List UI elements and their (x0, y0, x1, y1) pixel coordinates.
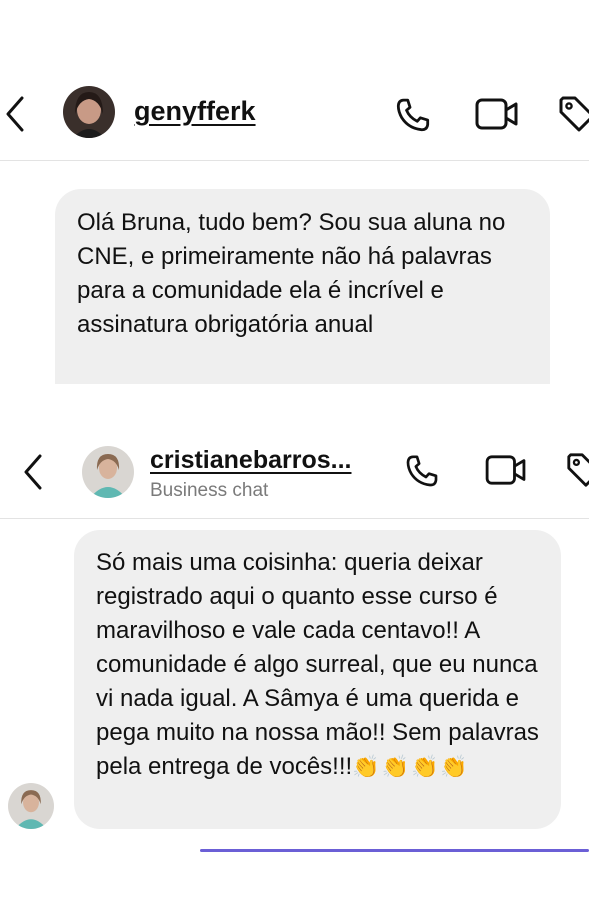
accent-bar (200, 849, 589, 852)
tag-button[interactable] (565, 451, 589, 489)
business-chat-label: Business chat (150, 480, 269, 501)
back-button[interactable] (4, 96, 26, 132)
message-bubble[interactable]: Só mais uma coisinha: queria deixar regi… (74, 530, 561, 829)
username[interactable]: genyfferk (134, 96, 256, 127)
avatar[interactable] (82, 446, 134, 498)
chat-header-1: genyfferk (0, 72, 589, 161)
username[interactable]: cristianebarros... (150, 446, 351, 475)
clapping-hands-emoji: 👏👏👏👏 (352, 755, 470, 780)
tag-icon (565, 451, 589, 489)
chat-header-2: cristianebarros... Business chat (0, 432, 589, 519)
video-call-button[interactable] (484, 453, 528, 487)
video-camera-icon (484, 453, 528, 487)
video-call-button[interactable] (474, 96, 520, 132)
message-bubble[interactable]: Olá Bruna, tudo bem? Sou sua aluna no CN… (55, 189, 550, 384)
video-camera-icon (474, 96, 520, 132)
call-button[interactable] (392, 94, 434, 136)
tag-button[interactable] (557, 94, 589, 134)
call-button[interactable] (402, 451, 442, 491)
phone-icon (402, 451, 442, 491)
chevron-left-icon (4, 96, 26, 132)
message-text: Olá Bruna, tudo bem? Sou sua aluna no CN… (77, 209, 506, 338)
tag-icon (557, 94, 589, 134)
back-button[interactable] (22, 454, 44, 490)
phone-icon (392, 94, 434, 136)
avatar[interactable] (63, 86, 115, 138)
sender-avatar[interactable] (8, 783, 54, 829)
message-text: Só mais uma coisinha: queria deixar regi… (96, 549, 539, 780)
chevron-left-icon (22, 454, 44, 490)
